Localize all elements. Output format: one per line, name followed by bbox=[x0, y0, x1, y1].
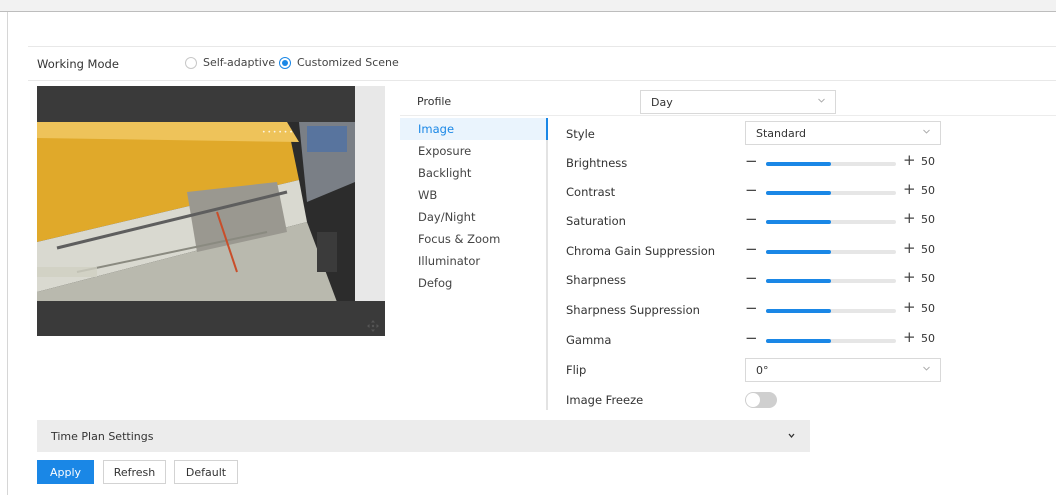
tab-backlight[interactable]: Backlight bbox=[418, 166, 471, 180]
radio-customized-scene[interactable]: Customized Scene bbox=[279, 56, 399, 69]
gamma-label: Gamma bbox=[566, 333, 612, 347]
sharpness-suppression-increase-button[interactable]: + bbox=[903, 298, 916, 316]
radio-customized-scene-label: Customized Scene bbox=[297, 56, 399, 69]
radio-circle-checked bbox=[279, 56, 291, 69]
slider-track[interactable] bbox=[766, 162, 896, 166]
preview-side-panel bbox=[355, 86, 385, 301]
gamma-decrease-button[interactable]: − bbox=[745, 329, 758, 347]
sharpness-suppression-value: 50 bbox=[921, 302, 935, 315]
slider-track[interactable] bbox=[766, 309, 896, 313]
radio-self-adaptive-label: Self-adaptive bbox=[203, 56, 276, 69]
working-mode-row: Working Mode Self-adaptive Customized Sc… bbox=[28, 46, 1056, 81]
style-label: Style bbox=[566, 127, 595, 141]
sharpness-suppression-label: Sharpness Suppression bbox=[566, 303, 700, 317]
chroma-gain-suppression-increase-button[interactable]: + bbox=[903, 239, 916, 257]
tab-divider bbox=[546, 118, 548, 410]
tab-defog[interactable]: Defog bbox=[418, 276, 452, 290]
time-plan-settings-panel[interactable]: Time Plan Settings bbox=[37, 420, 810, 452]
brightness-label: Brightness bbox=[566, 156, 628, 170]
flip-label: Flip bbox=[566, 363, 587, 377]
saturation-increase-button[interactable]: + bbox=[903, 209, 916, 227]
contrast-decrease-button[interactable]: − bbox=[745, 181, 758, 199]
sharpness-value: 50 bbox=[921, 272, 935, 285]
time-plan-settings-label: Time Plan Settings bbox=[51, 430, 154, 443]
radio-self-adaptive[interactable]: Self-adaptive bbox=[185, 56, 275, 69]
gamma-slider[interactable]: − + 50 bbox=[745, 328, 937, 347]
move-arrows-icon[interactable] bbox=[367, 320, 379, 332]
slider-track[interactable] bbox=[766, 191, 896, 195]
sharpness-suppression-slider[interactable]: − + 50 bbox=[745, 298, 937, 317]
brightness-value: 50 bbox=[921, 155, 935, 168]
chevron-down-icon bbox=[818, 98, 825, 103]
profile-select-value: Day bbox=[651, 96, 673, 109]
brightness-increase-button[interactable]: + bbox=[903, 151, 916, 169]
saturation-label: Saturation bbox=[566, 214, 626, 228]
camera-video-frame: • • • • • • bbox=[37, 122, 355, 387]
sharpness-decrease-button[interactable]: − bbox=[745, 269, 758, 287]
style-select-value: Standard bbox=[756, 127, 807, 140]
flip-select-value: 0° bbox=[756, 364, 769, 377]
sharpness-increase-button[interactable]: + bbox=[903, 268, 916, 286]
contrast-label: Contrast bbox=[566, 185, 616, 199]
chroma-gain-suppression-slider[interactable]: − + 50 bbox=[745, 239, 937, 258]
svg-text:• • • • • •: • • • • • • bbox=[262, 129, 293, 136]
profile-divider bbox=[400, 115, 1056, 116]
chroma-gain-suppression-label: Chroma Gain Suppression bbox=[566, 244, 716, 258]
chroma-gain-suppression-value: 50 bbox=[921, 243, 935, 256]
gamma-value: 50 bbox=[921, 332, 935, 345]
working-mode-label: Working Mode bbox=[37, 57, 119, 71]
saturation-value: 50 bbox=[921, 213, 935, 226]
slider-fill bbox=[766, 162, 831, 166]
apply-button[interactable]: Apply bbox=[37, 460, 94, 484]
slider-fill bbox=[766, 279, 831, 283]
style-select[interactable]: Standard bbox=[745, 121, 941, 145]
image-freeze-label: Image Freeze bbox=[566, 393, 644, 407]
slider-fill bbox=[766, 191, 831, 195]
tab-exposure[interactable]: Exposure bbox=[418, 144, 471, 158]
image-freeze-toggle[interactable] bbox=[745, 392, 777, 408]
chevron-down-icon bbox=[923, 366, 930, 371]
slider-fill bbox=[766, 339, 831, 343]
tab-focus-zoom[interactable]: Focus & Zoom bbox=[418, 232, 500, 246]
slider-track[interactable] bbox=[766, 339, 896, 343]
tab-illuminator[interactable]: Illuminator bbox=[418, 254, 480, 268]
contrast-slider[interactable]: − + 50 bbox=[745, 180, 937, 199]
slider-track[interactable] bbox=[766, 279, 896, 283]
refresh-button[interactable]: Refresh bbox=[103, 460, 166, 484]
slider-track[interactable] bbox=[766, 220, 896, 224]
slider-fill bbox=[766, 250, 831, 254]
sharpness-suppression-decrease-button[interactable]: − bbox=[745, 299, 758, 317]
tab-day-night[interactable]: Day/Night bbox=[418, 210, 475, 224]
saturation-decrease-button[interactable]: − bbox=[745, 210, 758, 228]
chevron-down-icon bbox=[923, 129, 930, 134]
video-preview[interactable]: • • • • • • bbox=[37, 86, 385, 336]
profile-select[interactable]: Day bbox=[640, 90, 836, 114]
saturation-slider[interactable]: − + 50 bbox=[745, 209, 937, 228]
gamma-increase-button[interactable]: + bbox=[903, 328, 916, 346]
sharpness-slider[interactable]: − + 50 bbox=[745, 268, 937, 287]
profile-label: Profile bbox=[417, 95, 452, 108]
chroma-gain-suppression-decrease-button[interactable]: − bbox=[745, 240, 758, 258]
sharpness-label: Sharpness bbox=[566, 273, 627, 287]
video-bottom-band bbox=[37, 301, 385, 336]
contrast-increase-button[interactable]: + bbox=[903, 180, 916, 198]
slider-fill bbox=[766, 220, 831, 224]
window-top-bar bbox=[0, 0, 1056, 12]
flip-select[interactable]: 0° bbox=[745, 358, 941, 382]
camera-scene-image: • • • • • • bbox=[37, 122, 355, 302]
tab-image[interactable]: Image bbox=[418, 122, 454, 136]
contrast-value: 50 bbox=[921, 184, 935, 197]
chevron-down-icon bbox=[788, 433, 795, 439]
brightness-slider[interactable]: − + 50 bbox=[745, 151, 937, 170]
brightness-decrease-button[interactable]: − bbox=[745, 152, 758, 170]
slider-fill bbox=[766, 309, 831, 313]
tab-active-indicator bbox=[546, 118, 548, 140]
video-top-band bbox=[37, 86, 355, 122]
window-left-edge bbox=[0, 12, 8, 495]
tab-wb[interactable]: WB bbox=[418, 188, 437, 202]
default-button[interactable]: Default bbox=[174, 460, 238, 484]
slider-track[interactable] bbox=[766, 250, 896, 254]
radio-circle bbox=[185, 56, 197, 69]
